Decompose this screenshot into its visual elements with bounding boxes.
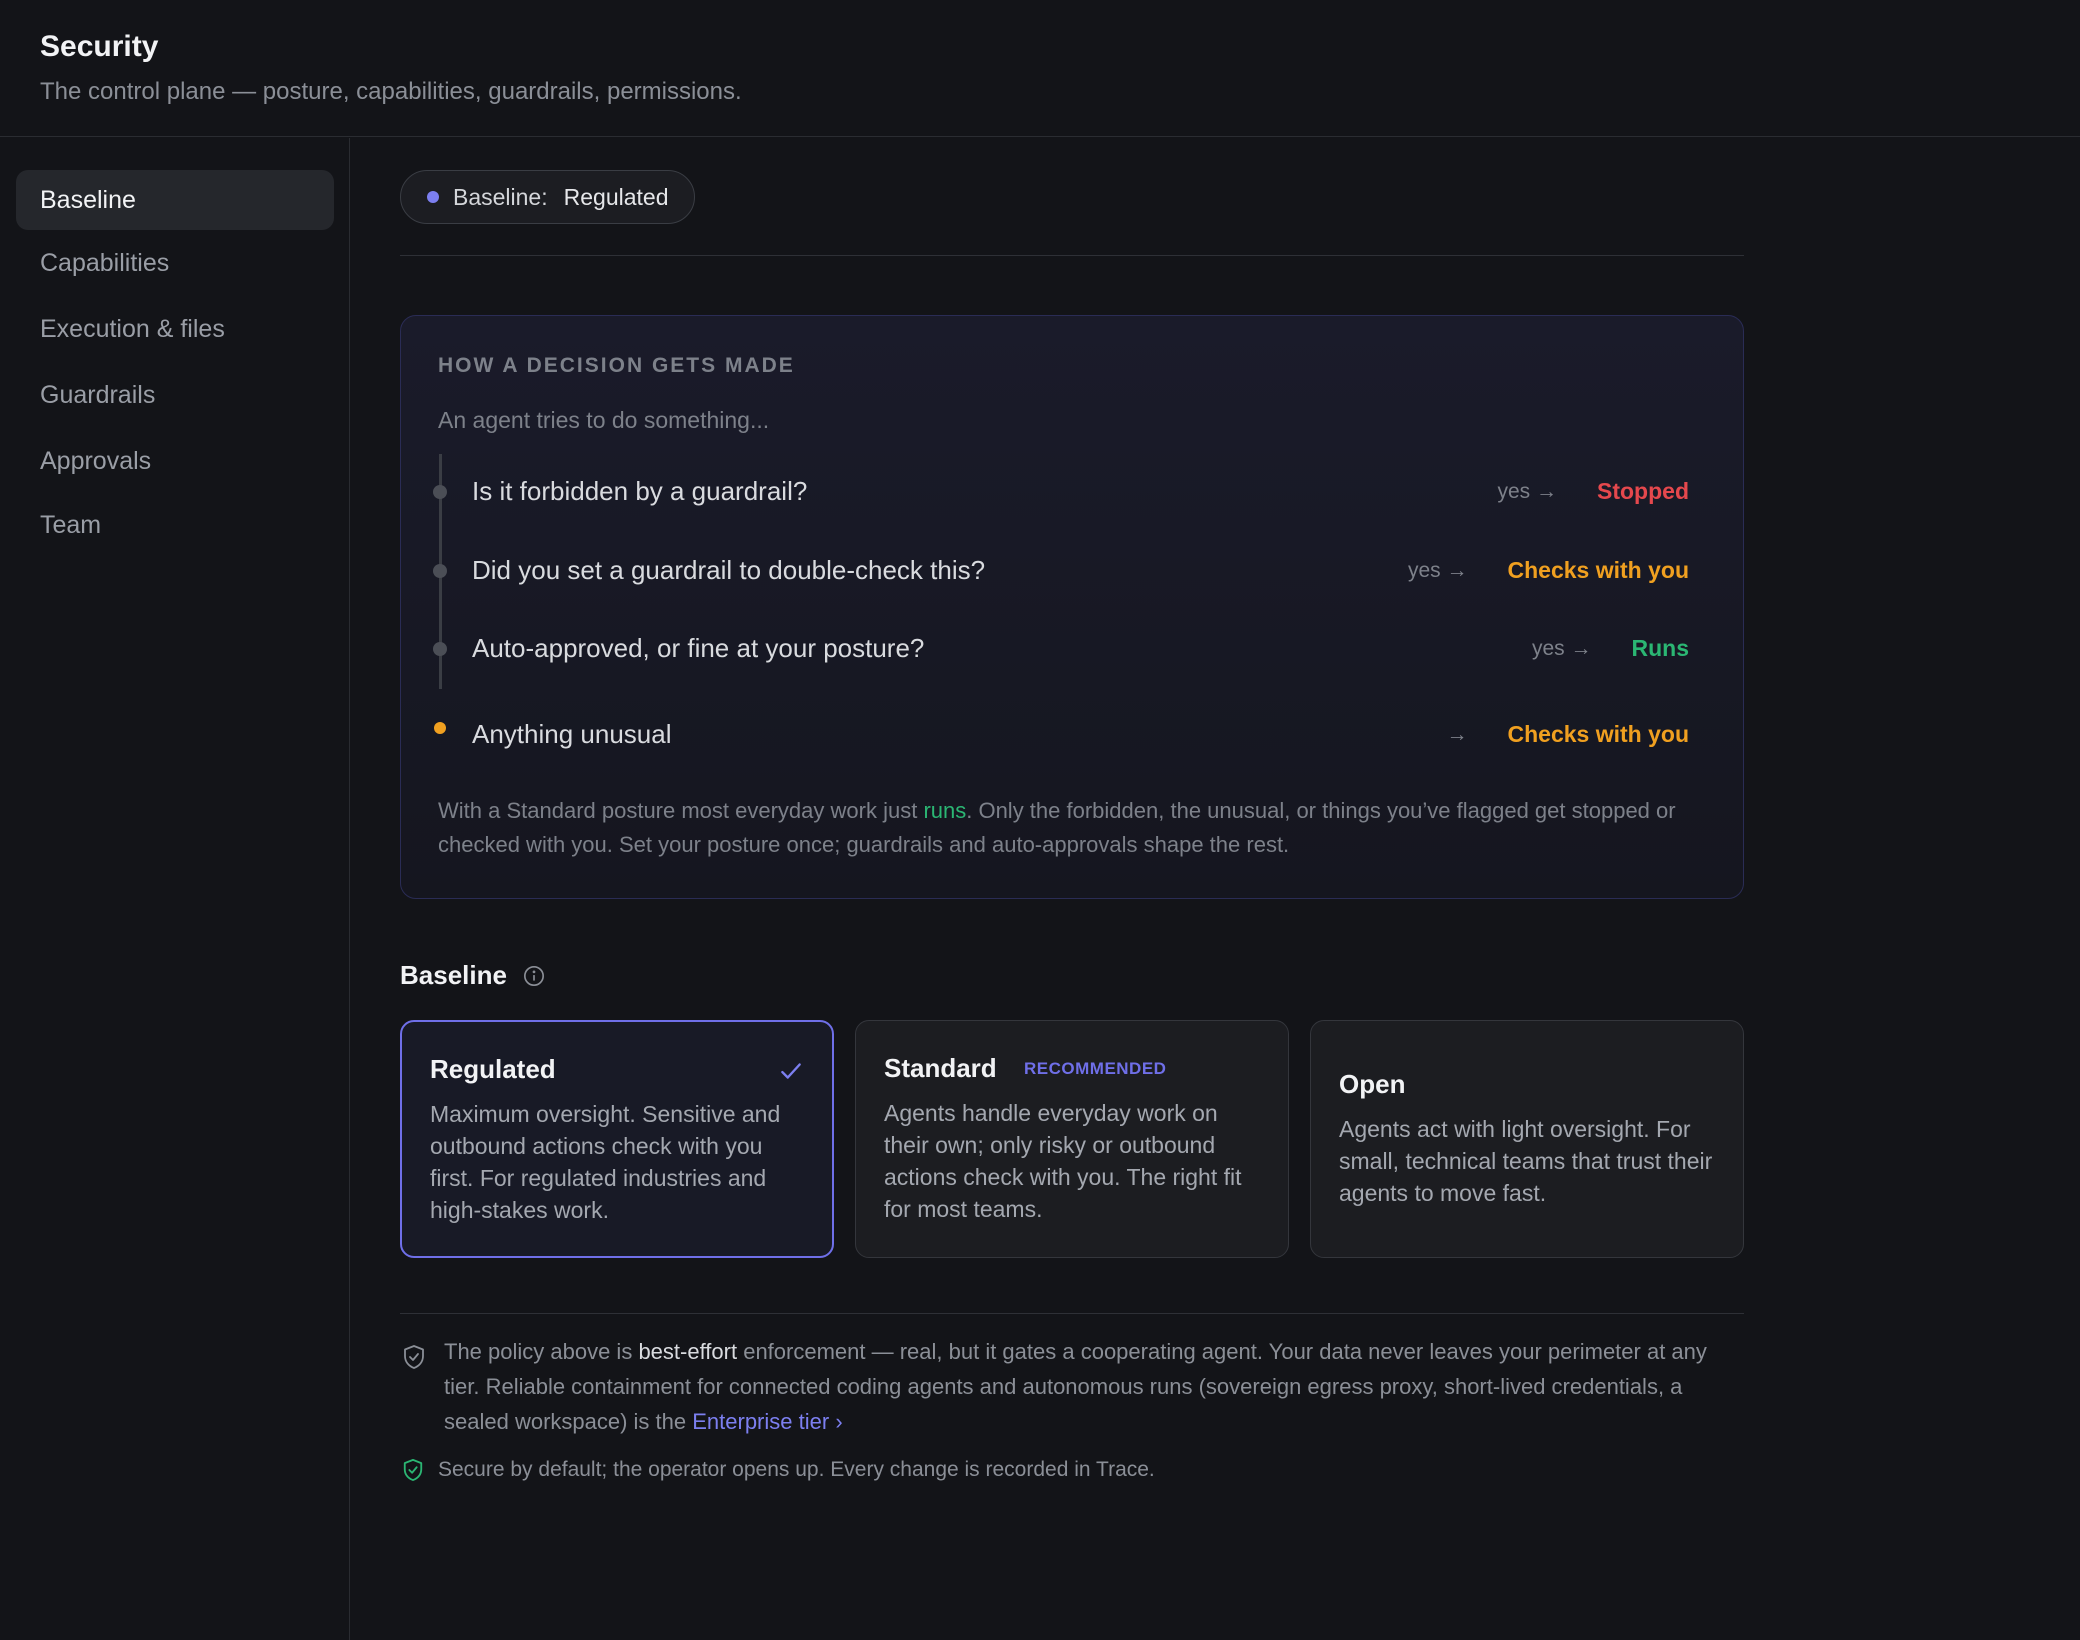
arrow-right-icon: → xyxy=(1536,479,1557,503)
arrow-right-icon: → xyxy=(1570,636,1592,660)
divider xyxy=(400,1313,1744,1314)
sidebar-nav: Baseline Capabilities Execution & files … xyxy=(0,138,350,1640)
divider xyxy=(400,255,1744,256)
decision-footer: With a Standard posture most everyday wo… xyxy=(438,798,1676,857)
baseline-status-pill[interactable]: Baseline: Regulated xyxy=(400,170,696,224)
decision-heading: HOW A DECISION GETS MADE xyxy=(438,354,795,377)
arrow-right-icon: → xyxy=(1446,558,1468,582)
sidebar-item-capabilities[interactable]: Capabilities xyxy=(16,233,334,293)
step-question: Did you set a guardrail to double-check … xyxy=(472,555,986,585)
decision-step: Auto-approved, or fine at your posture? … xyxy=(401,623,1745,673)
chevron-right-icon: › xyxy=(835,1409,843,1434)
step-question: Auto-approved, or fine at your posture? xyxy=(472,633,925,663)
step-outcome: Runs xyxy=(1631,635,1690,661)
shield-icon xyxy=(404,1345,424,1369)
info-icon[interactable] xyxy=(523,965,545,987)
step-question: Is it forbidden by a guardrail? xyxy=(472,476,808,506)
sidebar-item-baseline[interactable]: Baseline xyxy=(16,170,334,230)
enterprise-tier-link[interactable]: Enterprise tier › xyxy=(692,1409,842,1434)
decision-intro: An agent tries to do something... xyxy=(438,407,770,433)
baseline-option-regulated[interactable]: Regulated Maximum oversight. Sensitive a… xyxy=(400,1020,834,1258)
shield-check-icon xyxy=(403,1458,423,1481)
step-dot-icon xyxy=(434,722,446,734)
step-condition: yes → xyxy=(1497,479,1557,503)
sidebar-item-team[interactable]: Team xyxy=(16,495,334,555)
checkmark-icon xyxy=(781,1063,801,1079)
step-dot-icon xyxy=(433,642,447,656)
option-title: Open xyxy=(1339,1069,1406,1099)
step-outcome: Stopped xyxy=(1597,478,1689,504)
sidebar-item-guardrails[interactable]: Guardrails xyxy=(16,365,334,425)
secure-default-text: Secure by default; the operator opens up… xyxy=(438,1458,1155,1481)
option-description: Maximum oversight. Sensitive and outboun… xyxy=(430,1101,781,1223)
decision-step: Is it forbidden by a guardrail? yes → St… xyxy=(401,466,1745,516)
decision-flow-panel: HOW A DECISION GETS MADE An agent tries … xyxy=(400,315,1744,899)
step-dot-icon xyxy=(433,564,447,578)
status-dot-icon xyxy=(427,191,439,203)
baseline-option-open[interactable]: Open Agents act with light oversight. Fo… xyxy=(1310,1020,1744,1258)
recommended-badge: RECOMMENDED xyxy=(1024,1059,1167,1078)
sidebar-item-approvals[interactable]: Approvals xyxy=(16,431,334,491)
option-title: Regulated xyxy=(430,1054,556,1084)
pill-label: Baseline: xyxy=(453,183,548,210)
step-condition: yes → xyxy=(1407,558,1468,582)
option-description: Agents handle everyday work on their own… xyxy=(884,1100,1242,1222)
step-outcome: Checks with you xyxy=(1507,557,1689,583)
step-dot-icon xyxy=(433,485,447,499)
page-subtitle: The control plane — posture, capabilitie… xyxy=(40,78,742,105)
option-description: Agents act with light oversight. For sma… xyxy=(1339,1116,1713,1206)
page-header: Security The control plane — posture, ca… xyxy=(0,0,2080,137)
decision-step: Anything unusual → Checks with you xyxy=(401,709,1745,759)
sidebar-item-execution-files[interactable]: Execution & files xyxy=(16,299,334,359)
baseline-section-heading: Baseline xyxy=(400,960,545,991)
step-condition: yes → xyxy=(1531,636,1592,660)
enforcement-note-text: The policy above is best-effort enforcem… xyxy=(444,1339,1707,1434)
decision-step: Did you set a guardrail to double-check … xyxy=(401,545,1745,595)
step-outcome: Checks with you xyxy=(1507,721,1689,747)
pill-value: Regulated xyxy=(563,183,669,210)
arrow-right-icon: → xyxy=(1446,722,1468,746)
page-title: Security xyxy=(40,30,159,63)
option-title: Standard xyxy=(884,1053,997,1083)
secure-default-note: Secure by default; the operator opens up… xyxy=(400,1454,1744,1486)
baseline-option-standard[interactable]: Standard RECOMMENDED Agents handle every… xyxy=(855,1020,1289,1258)
step-question: Anything unusual xyxy=(472,719,672,749)
